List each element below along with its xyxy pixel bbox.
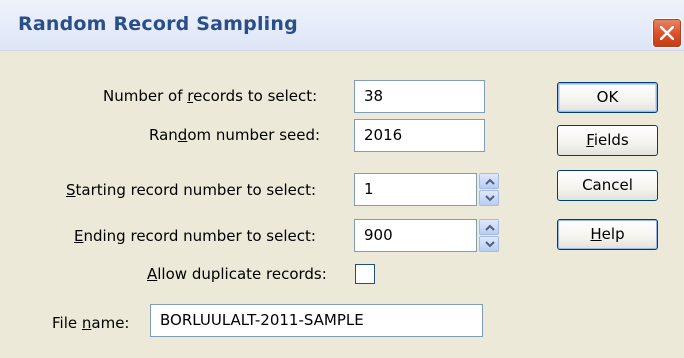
spin-down-icon — [485, 241, 495, 248]
allow-duplicates-label: Allow duplicate records: — [147, 265, 327, 283]
start-spin-up[interactable] — [479, 173, 499, 189]
dialog-title: Random Record Sampling — [18, 13, 298, 35]
num-records-label: Number of records to select: — [103, 87, 318, 105]
start-record-input[interactable]: 1 — [354, 173, 477, 206]
end-record-input[interactable]: 900 — [354, 219, 477, 252]
file-name-label: File name: — [52, 314, 130, 332]
start-record-stepper[interactable] — [479, 173, 499, 206]
close-icon — [660, 26, 674, 40]
end-spin-up[interactable] — [479, 219, 499, 235]
file-name-input[interactable]: BORLUULALT-2011-SAMPLE — [150, 304, 483, 337]
allow-duplicates-checkbox[interactable] — [355, 264, 375, 284]
end-record-label: Ending record number to select: — [74, 227, 316, 245]
spin-down-icon — [485, 195, 495, 202]
fields-button[interactable]: Fields — [557, 125, 658, 156]
seed-label: Random number seed: — [149, 126, 321, 144]
num-records-input[interactable]: 38 — [354, 80, 485, 113]
spin-up-icon — [485, 224, 495, 231]
end-record-stepper[interactable] — [479, 219, 499, 252]
cancel-button[interactable]: Cancel — [557, 170, 658, 201]
start-record-label: Starting record number to select: — [66, 181, 317, 199]
spin-up-icon — [485, 178, 495, 185]
help-button[interactable]: Help — [557, 219, 658, 250]
ok-button[interactable]: OK — [557, 82, 658, 113]
start-spin-down[interactable] — [479, 190, 499, 206]
seed-input[interactable]: 2016 — [354, 119, 485, 152]
title-bar: Random Record Sampling — [0, 0, 684, 51]
end-spin-down[interactable] — [479, 236, 499, 252]
close-button[interactable] — [652, 18, 682, 48]
